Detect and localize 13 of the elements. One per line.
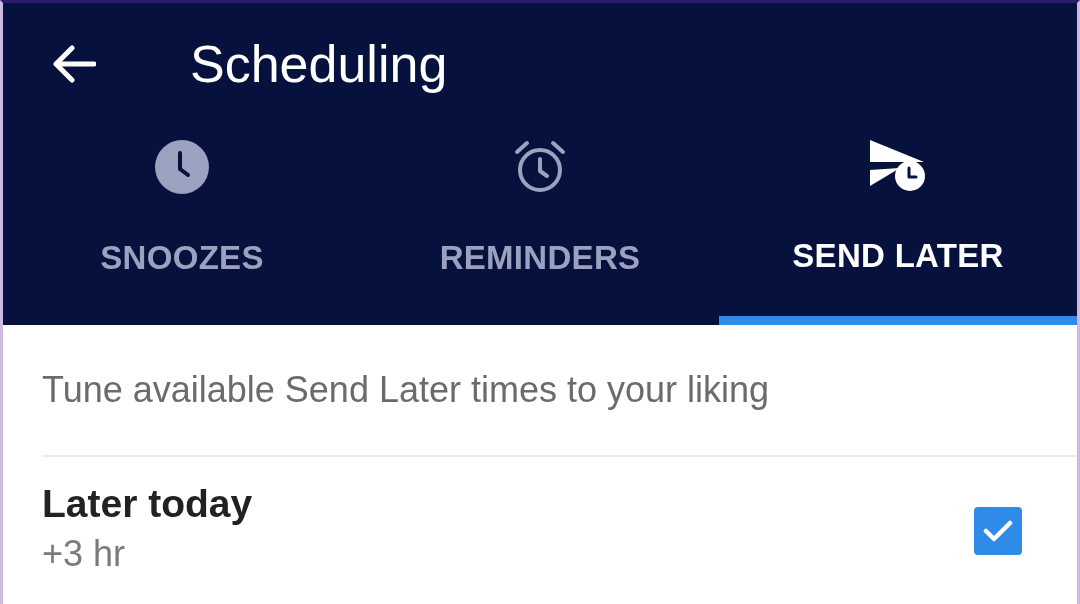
tab[interactable]: SEND LATER <box>719 125 1077 325</box>
tab[interactable]: SNOOZES <box>3 125 361 325</box>
option-detail: +3 hr <box>42 533 127 575</box>
clock-icon <box>155 140 209 194</box>
paper-plane-clock-icon <box>870 140 926 192</box>
description-text: Tune available Send Later times to your liking <box>41 368 771 412</box>
back-arrow-icon <box>52 45 96 83</box>
tab[interactable]: REMINDERS <box>361 125 719 325</box>
alarm-clock-icon <box>514 140 566 194</box>
screen-title: Scheduling <box>190 34 448 95</box>
checkbox[interactable] <box>974 507 1022 555</box>
checkmark-icon <box>983 520 1013 542</box>
option-title: Later today <box>42 481 253 527</box>
